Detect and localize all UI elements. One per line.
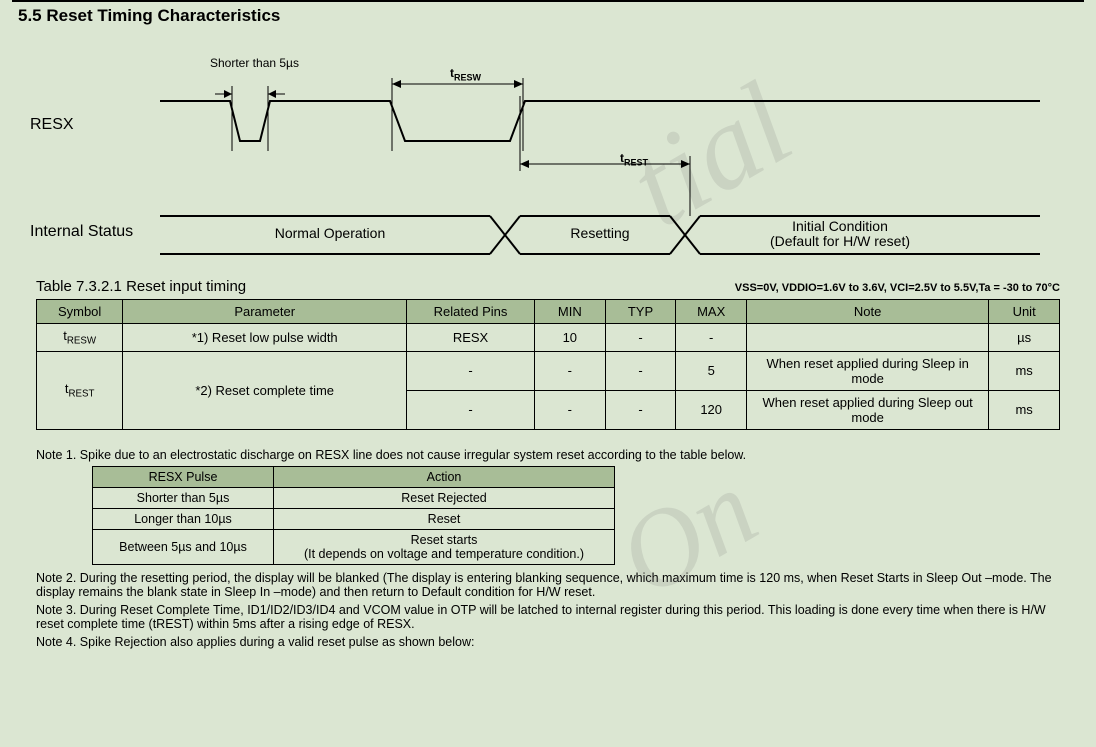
cell-action: Reset starts (It depends on voltage and … [274, 529, 615, 564]
cell-action: Reset [274, 508, 615, 529]
resx-waveform [160, 96, 1040, 156]
table-row: tREST *2) Reset complete time - - - 5 Wh… [37, 351, 1060, 390]
notes-block: Note 1. Spike due to an electrostatic di… [36, 448, 1060, 649]
cell-max: 5 [676, 351, 747, 390]
state-initial: Initial Condition(Default for H/W reset) [710, 214, 970, 254]
th-action: Action [274, 466, 615, 487]
cell-action: Reset Rejected [274, 487, 615, 508]
th-note: Note [747, 300, 989, 324]
cell-pulse: Between 5µs and 10µs [93, 529, 274, 564]
cell-pins: - [407, 351, 535, 390]
cell-note: When reset applied during Sleep out mode [747, 390, 989, 429]
table-row: Between 5µs and 10µs Reset starts (It de… [93, 529, 615, 564]
cell-typ: - [605, 351, 676, 390]
th-unit: Unit [989, 300, 1060, 324]
th-pins: Related Pins [407, 300, 535, 324]
cell-symbol: tREST [37, 351, 123, 429]
note4: Note 4. Spike Rejection also applies dur… [36, 635, 1060, 649]
table-header-row: Symbol Parameter Related Pins MIN TYP MA… [37, 300, 1060, 324]
table-row: Longer than 10µs Reset [93, 508, 615, 529]
cell-min: 10 [534, 324, 605, 352]
section-title: 5.5 Reset Timing Characteristics [18, 6, 1096, 26]
th-pulse: RESX Pulse [93, 466, 274, 487]
th-symbol: Symbol [37, 300, 123, 324]
resx-label: RESX [30, 116, 74, 134]
th-min: MIN [534, 300, 605, 324]
pulse-table: RESX Pulse Action Shorter than 5µs Reset… [92, 466, 615, 565]
cell-symbol: tRESW [37, 324, 123, 352]
state-resetting: Resetting [520, 214, 680, 254]
cell-pulse: Longer than 10µs [93, 508, 274, 529]
cell-parameter: *2) Reset complete time [123, 351, 407, 429]
table-conditions: VSS=0V, VDDIO=1.6V to 3.6V, VCI=2.5V to … [735, 282, 1060, 294]
internal-status-label: Internal Status [30, 223, 133, 241]
table-row: tRESW *1) Reset low pulse width RESX 10 … [37, 324, 1060, 352]
tresw-label: tRESW [450, 66, 481, 82]
timing-diagram: tial Shorter than 5µs tRESW RESX tREST I… [30, 56, 1066, 256]
note3: Note 3. During Reset Complete Time, ID1/… [36, 603, 1060, 631]
th-typ: TYP [605, 300, 676, 324]
cell-max: 120 [676, 390, 747, 429]
table-title: Table 7.3.2.1 Reset input timing [36, 278, 246, 295]
cell-pins: RESX [407, 324, 535, 352]
cell-unit: ms [989, 351, 1060, 390]
cell-min: - [534, 351, 605, 390]
cell-pulse: Shorter than 5µs [93, 487, 274, 508]
cell-note: When reset applied during Sleep in mode [747, 351, 989, 390]
cell-parameter: *1) Reset low pulse width [123, 324, 407, 352]
th-parameter: Parameter [123, 300, 407, 324]
trest-label: tREST [620, 151, 648, 167]
cell-min: - [534, 390, 605, 429]
cell-typ: - [605, 390, 676, 429]
cell-note [747, 324, 989, 352]
shorter-label: Shorter than 5µs [210, 56, 299, 70]
cell-unit: ms [989, 390, 1060, 429]
reset-timing-table: Symbol Parameter Related Pins MIN TYP MA… [36, 299, 1060, 430]
th-max: MAX [676, 300, 747, 324]
state-normal: Normal Operation [200, 214, 460, 254]
cell-unit: µs [989, 324, 1060, 352]
cell-pins: - [407, 390, 535, 429]
table-row: Shorter than 5µs Reset Rejected [93, 487, 615, 508]
table-header-row: RESX Pulse Action [93, 466, 615, 487]
top-rule [12, 0, 1084, 2]
cell-max: - [676, 324, 747, 352]
note1-text: Note 1. Spike due to an electrostatic di… [36, 448, 1060, 462]
cell-typ: - [605, 324, 676, 352]
note2: Note 2. During the resetting period, the… [36, 571, 1060, 599]
